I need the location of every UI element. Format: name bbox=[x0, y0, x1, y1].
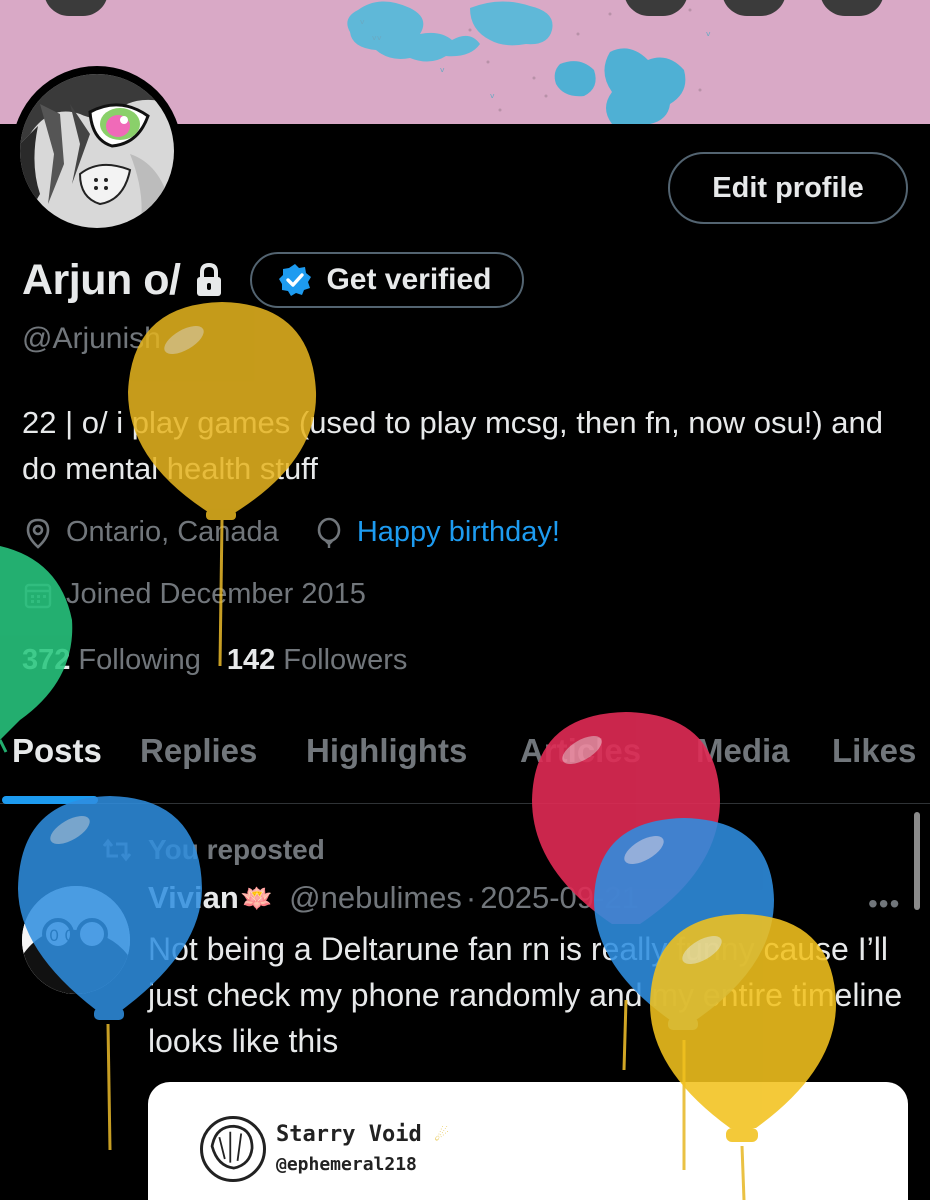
followers-link[interactable]: 142 Followers bbox=[227, 644, 407, 677]
get-verified-label: Get verified bbox=[326, 263, 492, 296]
get-verified-button[interactable]: Get verified bbox=[250, 252, 524, 308]
svg-text:ᵥ: ᵥ bbox=[490, 87, 495, 101]
svg-text:ᵥ: ᵥ bbox=[440, 61, 445, 75]
svg-text:ᵥᵥ: ᵥᵥ bbox=[372, 29, 382, 43]
svg-text:ᵥ: ᵥ bbox=[706, 25, 711, 39]
profile-tabs: Posts Replies Highlights Articles Media … bbox=[0, 700, 930, 804]
following-label: Following bbox=[78, 644, 201, 676]
post-author-name[interactable]: Vivian bbox=[148, 880, 239, 916]
svg-text:0 0: 0 0 bbox=[49, 926, 74, 945]
scrollbar[interactable] bbox=[914, 812, 920, 910]
avatar-image bbox=[20, 74, 174, 228]
lock-icon bbox=[197, 262, 222, 296]
verified-badge-icon bbox=[279, 264, 312, 296]
tab-likes[interactable]: Likes bbox=[832, 732, 916, 770]
joined-date: Joined December 2015 bbox=[66, 578, 366, 610]
display-name: Arjun o/ bbox=[22, 255, 181, 304]
more-icon[interactable]: ••• bbox=[868, 888, 900, 920]
name-row: Arjun o/ Get verified bbox=[22, 252, 524, 308]
joined-row: Joined December 2015 bbox=[22, 578, 366, 611]
following-count: 372 bbox=[22, 644, 71, 676]
post-header: Vivian 🪷 @nebulimes · 2025-09-21 bbox=[148, 880, 639, 916]
tab-posts[interactable]: Posts bbox=[12, 732, 102, 770]
location-pin-icon bbox=[26, 518, 50, 549]
embed-author-name: Starry Void ☄ bbox=[276, 1122, 448, 1147]
svg-text:ᵥ: ᵥ bbox=[360, 13, 365, 27]
embed-avatar bbox=[200, 1116, 266, 1182]
birthday-link[interactable]: Happy birthday! bbox=[357, 516, 560, 549]
follow-stats: 372 Following 142 Followers bbox=[22, 644, 407, 677]
profile-location: Ontario, Canada bbox=[66, 516, 279, 548]
followers-count: 142 bbox=[226, 644, 276, 676]
profile-bio: 22 | o/ i play games (used to play mcsg,… bbox=[22, 405, 884, 486]
embed-author-name-text: Starry Void bbox=[276, 1122, 422, 1147]
repost-label: You reposted bbox=[148, 834, 325, 865]
lotus-emoji: 🪷 bbox=[240, 882, 274, 913]
repost-context: You reposted bbox=[100, 834, 325, 866]
comet-icon: ☄ bbox=[434, 1122, 449, 1147]
tab-highlights[interactable]: Highlights bbox=[306, 732, 467, 770]
embed-avatar-image bbox=[210, 1124, 254, 1170]
embedded-media[interactable]: Starry Void ☄ @ephemeral218 bbox=[148, 1082, 908, 1200]
profile-handle: @Arjunish bbox=[22, 322, 161, 355]
edit-profile-button[interactable]: Edit profile bbox=[668, 152, 908, 224]
active-tab-indicator bbox=[2, 796, 98, 804]
tab-replies[interactable]: Replies bbox=[140, 732, 257, 770]
repost-icon bbox=[102, 838, 132, 862]
profile-meta-row: Ontario, Canada Happy birthday! bbox=[22, 516, 560, 549]
tab-media[interactable]: Media bbox=[696, 732, 790, 770]
post-date[interactable]: 2025-09-21 bbox=[480, 880, 639, 916]
post-author-avatar-image: 0 0 bbox=[22, 886, 130, 994]
calendar-icon bbox=[24, 583, 52, 608]
meta-separator: · bbox=[465, 880, 477, 915]
post-author-handle[interactable]: @nebulimes bbox=[289, 880, 462, 916]
followers-label: Followers bbox=[283, 644, 408, 676]
balloon-icon bbox=[317, 517, 341, 548]
tab-articles[interactable]: Articles bbox=[520, 732, 641, 770]
following-link[interactable]: 372 Following bbox=[22, 644, 201, 677]
profile-avatar[interactable] bbox=[12, 66, 182, 236]
post-author-avatar[interactable]: 0 0 bbox=[22, 886, 130, 994]
post-text: Not being a Deltarune fan rn is really f… bbox=[148, 931, 903, 1059]
embed-author-handle: @ephemeral218 bbox=[276, 1154, 417, 1175]
